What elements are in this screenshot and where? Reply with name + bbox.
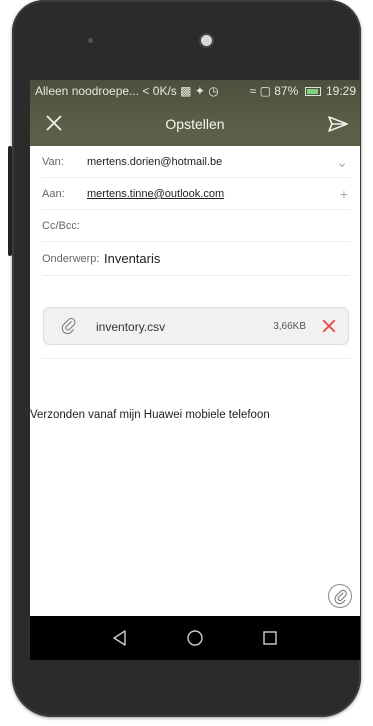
from-row: Van: mertens.dorien@hotmail.be ⌄ — [42, 146, 350, 178]
front-camera — [199, 33, 214, 48]
divider — [42, 358, 350, 359]
attachment-item[interactable]: inventory.csv 3,66KB — [43, 307, 349, 345]
remove-attachment-icon[interactable] — [320, 317, 338, 335]
chevron-down-icon[interactable]: ⌄ — [336, 146, 348, 178]
subject-field[interactable]: Inventaris — [104, 242, 160, 276]
page-title: Opstellen — [165, 116, 225, 132]
signal-icon: ▢ — [259, 84, 271, 98]
to-field[interactable]: mertens.tinne@outlook.com — [87, 178, 224, 210]
battery-percent: 87% — [274, 84, 299, 98]
status-bar: Alleen noodroepe... < 0K/s ▩ ✦ ◷ ≈ ▢ 87%… — [30, 80, 360, 102]
home-icon[interactable] — [185, 628, 205, 648]
from-label: Van: — [42, 156, 64, 168]
compose-form: Van: mertens.dorien@hotmail.be ⌄ Aan: me… — [30, 146, 360, 276]
add-recipient-button[interactable]: + — [340, 178, 348, 210]
clock: 19:29 — [325, 84, 356, 98]
attach-button[interactable] — [328, 584, 352, 608]
ccbcc-row[interactable]: Cc/Bcc: — [42, 210, 350, 242]
volume-button — [8, 146, 12, 256]
signature-text: Verzonden vanaf mijn Huawei mobiele tele… — [30, 409, 270, 421]
send-icon[interactable] — [326, 112, 350, 136]
subject-row: Onderwerp: Inventaris — [42, 242, 350, 276]
proximity-sensor — [88, 38, 93, 43]
wifi-icon: ≈ — [249, 84, 257, 98]
to-row: Aan: mertens.tinne@outlook.com + — [42, 178, 350, 210]
message-body[interactable]: Verzonden vanaf mijn Huawei mobiele tele… — [30, 409, 270, 421]
paperclip-icon — [61, 318, 76, 335]
paperclip-icon — [334, 589, 347, 605]
compose-toolbar: Opstellen — [30, 102, 360, 146]
ccbcc-label: Cc/Bcc: — [42, 220, 80, 232]
to-label: Aan: — [42, 188, 65, 200]
back-icon[interactable] — [110, 628, 130, 648]
attachment-name: inventory.csv — [96, 320, 166, 334]
notification-icons: ▩ ✦ ◷ — [180, 84, 219, 98]
attachment-size: 3,66KB — [273, 321, 306, 332]
battery-icon — [304, 87, 321, 97]
carrier-status: Alleen noodroepe... < 0K/s ▩ ✦ ◷ — [35, 84, 219, 98]
from-field[interactable]: mertens.dorien@hotmail.be — [87, 146, 222, 178]
app-header: Alleen noodroepe... < 0K/s ▩ ✦ ◷ ≈ ▢ 87%… — [30, 80, 360, 146]
phone-screen: Alleen noodroepe... < 0K/s ▩ ✦ ◷ ≈ ▢ 87%… — [30, 80, 360, 660]
subject-label: Onderwerp: — [42, 253, 100, 265]
android-navbar — [30, 616, 360, 660]
recents-icon[interactable] — [260, 628, 280, 648]
status-right: ≈ ▢ 87% 19:29 — [250, 80, 356, 102]
